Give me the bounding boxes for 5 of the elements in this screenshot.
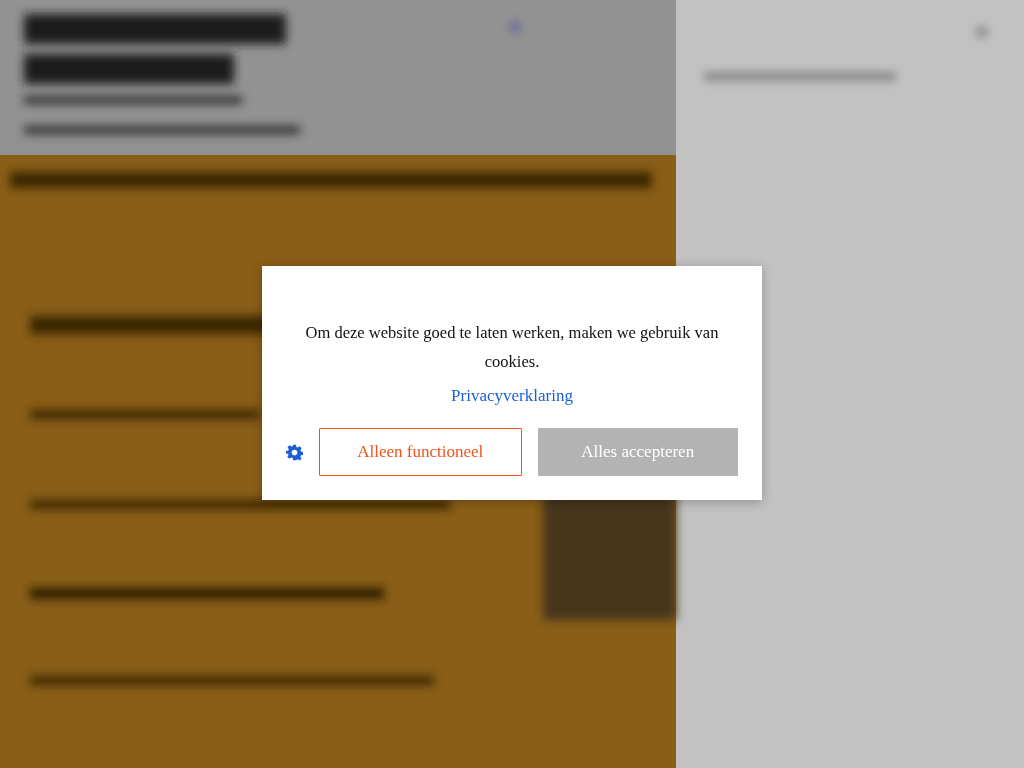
settings-icon[interactable] bbox=[286, 443, 303, 461]
privacy-link[interactable]: Privacyverklaring bbox=[451, 386, 573, 406]
accept-all-button[interactable]: Alles accepteren bbox=[537, 428, 738, 476]
cookie-message: Om deze website goed te laten werken, maken we gebruik van cookies. bbox=[304, 322, 720, 373]
functional-only-button[interactable]: Alleen functioneel bbox=[319, 428, 522, 476]
